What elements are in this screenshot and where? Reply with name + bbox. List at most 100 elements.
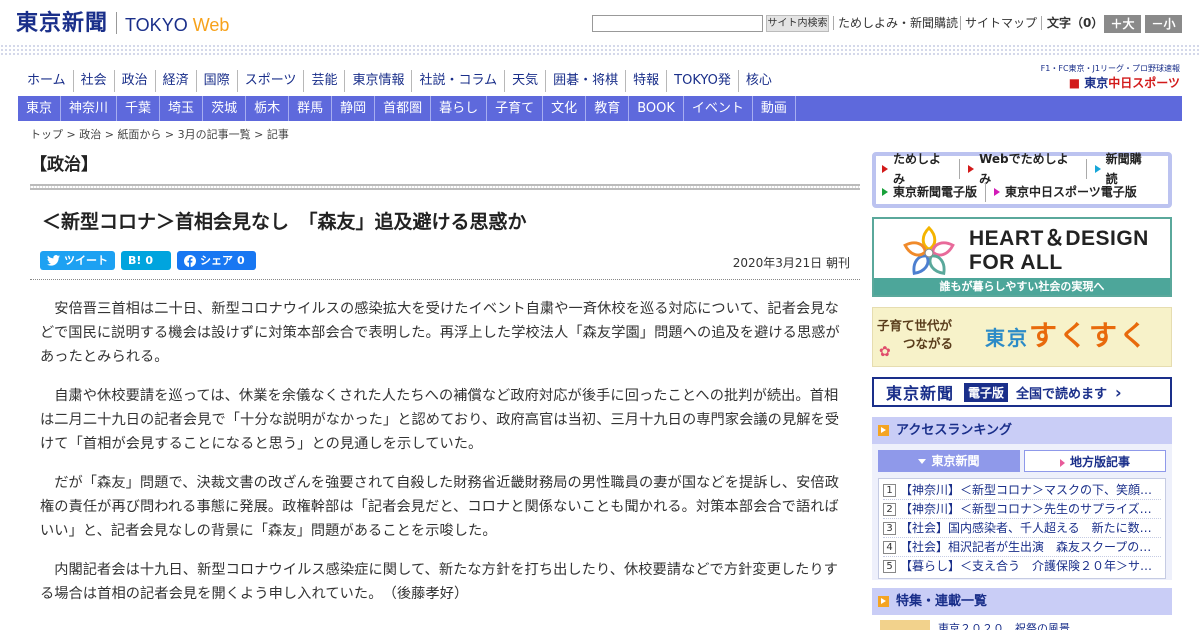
font-smaller-button[interactable]: －小 (1145, 15, 1182, 33)
subnav-shizuoka[interactable]: 静岡 (332, 96, 376, 121)
tokyo-sukusuku-banner[interactable]: 子育て世代が つながる ✿ 東京すくすく (872, 307, 1172, 367)
nav-go-shogi[interactable]: 囲碁・将棋 (545, 70, 625, 92)
subnav-tochigi[interactable]: 栃木 (246, 96, 290, 121)
ranking-item[interactable]: 4 【社会】相沢記者が生出演 森友スクープの舞台裏 (883, 538, 1161, 557)
nav-society[interactable]: 社会 (72, 70, 114, 92)
subnav-living[interactable]: 暮らし (431, 96, 488, 121)
triangle-right-icon (1059, 458, 1065, 467)
rank-number: 5 (883, 560, 896, 573)
red-arrow-icon (882, 165, 888, 173)
article-date: 2020年3月21日 朝刊 (732, 256, 850, 270)
chunichi-sports-logo[interactable]: ■ 東京中日スポーツ (1024, 75, 1180, 91)
subnav-book[interactable]: BOOK (629, 96, 684, 121)
heart-design-banner[interactable]: HEART＆DESIGN FOR ALL 誰もが暮らしやすい社会の実現へ (872, 217, 1172, 297)
subnav-culture[interactable]: 文化 (543, 96, 587, 121)
ranking-item[interactable]: 5 【暮らし】＜支え合う 介護保険２０年＞サービスの (883, 557, 1161, 576)
breadcrumb: トップ > 政治 > 紙面から > 3月の記事一覧 > 記事 (30, 128, 289, 141)
article-headline: ＜新型コロナ＞首相会見なし 「森友」追及避ける思惑か (42, 211, 527, 233)
ranking-item[interactable]: 2 【神奈川】＜新型コロナ＞先生のサプライズ動画 (883, 500, 1161, 519)
nav-kakushin[interactable]: 核心 (737, 70, 779, 92)
rank-number: 1 (883, 484, 896, 497)
features-item[interactable]: 東京２０２０ 祝祭の風景 (880, 620, 1160, 630)
header-divider (833, 16, 834, 30)
green-arrow-icon (882, 188, 888, 196)
article-paragraph: 自粛や休校要請を巡っては、休業を余儀なくされた人たちへの補償など政府対応が後手に… (40, 388, 840, 452)
logo-subtitle[interactable]: TOKYO Web (125, 14, 229, 36)
ranking-list: 1 【神奈川】＜新型コロナ＞マスクの下、笑顔で卒業 2 【神奈川】＜新型コロナ＞先生… (878, 478, 1166, 579)
nav-economy[interactable]: 経済 (154, 70, 196, 92)
subscription-menu: ためしよみ Webでためしよみ 新聞購読 東京新聞電子版 東京中日スポーツ電子版 (872, 152, 1172, 208)
subnav-parenting[interactable]: 子育て (487, 96, 544, 121)
subscribe-link[interactable]: 新聞購読 (1094, 152, 1160, 186)
nav-politics[interactable]: 政治 (113, 70, 155, 92)
subnav-shutoken[interactable]: 首都圏 (375, 96, 432, 121)
font-bigger-button[interactable]: ＋大 (1104, 15, 1141, 33)
chunichi-digital-link[interactable]: 東京中日スポーツ電子版 (994, 182, 1145, 202)
heart-design-caption: 誰もが暮らしやすい社会の実現へ (874, 278, 1170, 295)
nav-tokuho[interactable]: 特報 (625, 70, 666, 92)
hatena-icon: B! (128, 254, 142, 267)
search-button[interactable]: サイト内検索 (766, 15, 829, 32)
site-header: 東京新聞 TOKYO Web サイト内検索 ためしよみ・新聞購読 サイトマップ … (0, 0, 1200, 48)
header-dot-divider (0, 44, 1200, 56)
subnav-gunma[interactable]: 群馬 (289, 96, 333, 121)
nav-tokyo-hatsu[interactable]: TOKYO発 (666, 70, 738, 92)
facebook-share-label: シェア (200, 254, 233, 267)
ranking-item[interactable]: 1 【神奈川】＜新型コロナ＞マスクの下、笑顔で卒業 (883, 481, 1161, 500)
subnav-education[interactable]: 教育 (586, 96, 630, 121)
digital-edition-link[interactable]: 東京新聞電子版 (882, 182, 987, 202)
digital-edition-banner[interactable]: 東京新聞 電子版 全国で読めます › (872, 377, 1172, 407)
nav-sports[interactable]: スポーツ (236, 70, 304, 92)
sports-links-caption: F1・FC東京・J1リーグ・プロ野球速報 (1040, 64, 1180, 73)
section-label: 【政治】 (30, 155, 98, 175)
nav-editorial-column[interactable]: 社説・コラム (411, 70, 504, 92)
subnav-events[interactable]: イベント (684, 96, 753, 121)
red-arrow-icon (968, 165, 975, 173)
nav-entertainment[interactable]: 芸能 (303, 70, 344, 92)
tab-regional-articles[interactable]: 地方版記事 (1024, 450, 1166, 472)
orange-arrow-icon (878, 425, 889, 436)
subnav-ibaraki[interactable]: 茨城 (203, 96, 247, 121)
subnav-video[interactable]: 動画 (753, 96, 796, 121)
facebook-share-button[interactable]: シェア 0 (177, 251, 256, 270)
chevron-right-icon: › (1115, 382, 1122, 402)
facebook-icon (184, 254, 196, 267)
heart-flower-logo-icon (903, 225, 955, 275)
subnav-chiba[interactable]: 千葉 (117, 96, 161, 121)
trial-subscribe-link[interactable]: ためしよみ・新聞購読 (838, 15, 958, 32)
nav-international[interactable]: 国際 (195, 70, 237, 92)
subnav-kanagawa[interactable]: 神奈川 (61, 96, 118, 121)
header-divider (1041, 16, 1042, 30)
orange-arrow-icon (878, 596, 889, 607)
web-trial-link[interactable]: Webでためしよみ (968, 152, 1087, 186)
subnav-tokyo[interactable]: 東京 (18, 96, 62, 121)
rank-number: 4 (883, 541, 896, 554)
breadcrumb-paper[interactable]: 紙面から (117, 128, 161, 141)
nav-home[interactable]: ホーム (20, 70, 73, 92)
article-paragraph: 安倍晋三首相は二十日、新型コロナウイルスの感染拡大を受けたイベント自粛や一斉休校… (40, 301, 840, 365)
article-divider (30, 279, 860, 280)
breadcrumb-politics[interactable]: 政治 (79, 128, 101, 141)
trial-read-link[interactable]: ためしよみ (882, 152, 961, 186)
nav-weather[interactable]: 天気 (504, 70, 545, 92)
tab-tokyo-shimbun[interactable]: 東京新聞 (878, 450, 1020, 472)
nav-tokyo-info[interactable]: 東京情報 (344, 70, 411, 92)
chunichi-sports-link[interactable]: F1・FC東京・J1リーグ・プロ野球速報 ■ 東京中日スポーツ (1024, 63, 1180, 91)
digital-edition-wordmark: 東京新聞 (886, 384, 955, 403)
breadcrumb-top[interactable]: トップ (30, 128, 63, 141)
article-paragraph: だが「森友」問題で、決裁文書の改ざんを強要されて自殺した財務省近畿財務局の男性職… (40, 475, 840, 539)
subnav-saitama[interactable]: 埼玉 (160, 96, 204, 121)
digital-edition-text: 全国で読めます (1016, 386, 1108, 402)
site-logo[interactable]: 東京新聞 TOKYO Web (16, 10, 229, 36)
flower-icon: ✿ (879, 344, 891, 360)
ranking-item[interactable]: 3 【社会】国内感染者、千人超える 新たに数十人 (883, 519, 1161, 538)
sitemap-link[interactable]: サイトマップ (965, 15, 1037, 32)
tweet-button[interactable]: ツイート (40, 251, 115, 270)
hatena-bookmark-button[interactable]: B! 0 (121, 251, 171, 270)
section-divider (30, 184, 860, 190)
ranking-heading: アクセスランキング (872, 417, 1172, 444)
breadcrumb-march-list[interactable]: 3月の記事一覧 (178, 128, 251, 141)
regional-navigation: 東京 神奈川 千葉 埼玉 茨城 栃木 群馬 静岡 首都圏 暮らし 子育て 文化 … (18, 96, 1182, 121)
logo-wordmark[interactable]: 東京新聞 (16, 10, 108, 36)
search-input[interactable] (592, 15, 763, 32)
